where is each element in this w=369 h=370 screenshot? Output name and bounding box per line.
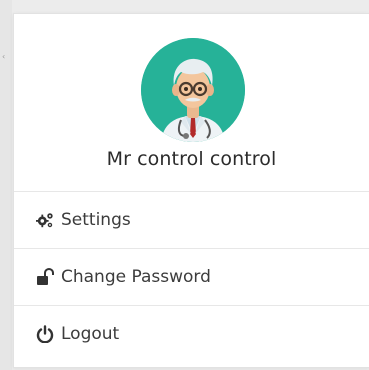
menu-item-label: Change Password	[61, 267, 211, 287]
menu-item-label: Settings	[61, 210, 131, 230]
unlock-icon	[36, 268, 54, 286]
menu-item-label: Logout	[61, 324, 120, 344]
page-backdrop-edge: ‹	[0, 0, 12, 370]
menu-item-logout[interactable]: Logout	[14, 305, 369, 362]
user-name: Mr control control	[106, 148, 277, 170]
user-avatar	[141, 38, 245, 142]
menu-item-settings[interactable]: Settings	[14, 191, 369, 248]
backdrop-glyph: ‹	[2, 52, 6, 61]
power-icon	[36, 325, 54, 343]
gears-icon	[36, 211, 54, 229]
doctor-avatar-icon	[141, 38, 245, 142]
user-dropdown-menu: Mr control control Settings Change Passw…	[13, 13, 369, 368]
user-profile-header: Mr control control	[14, 14, 369, 191]
menu-item-change-password[interactable]: Change Password	[14, 248, 369, 305]
